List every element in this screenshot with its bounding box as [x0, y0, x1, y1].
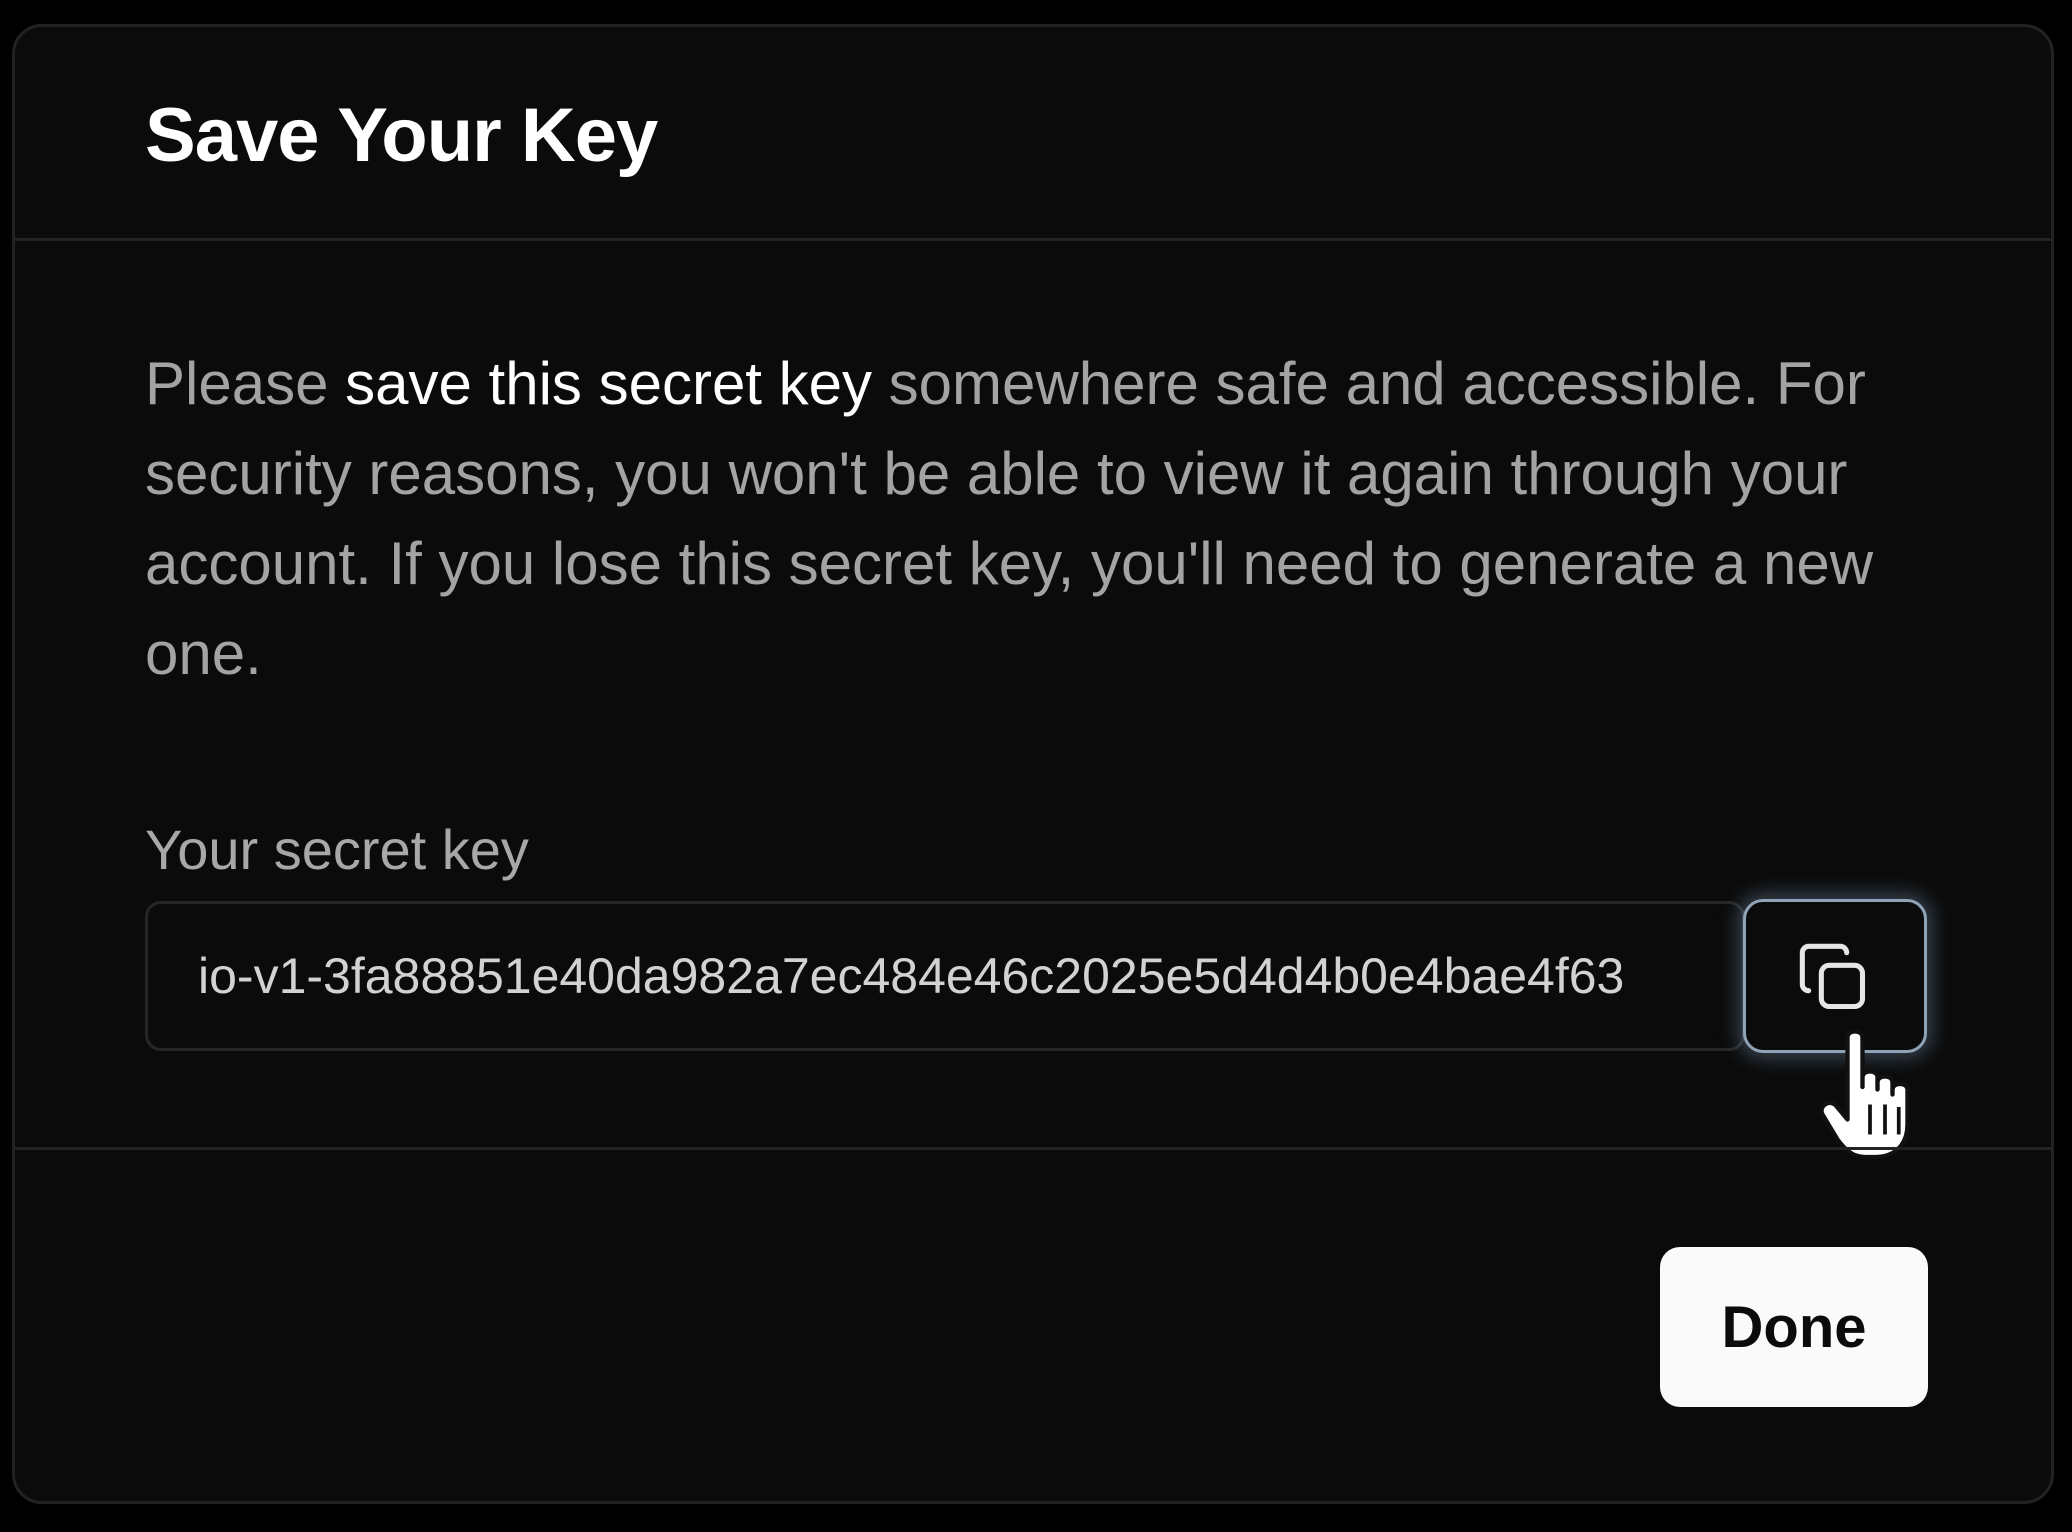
secret-key-label: Your secret key	[145, 818, 529, 881]
message-emphasis: save this secret key	[345, 350, 873, 417]
done-button[interactable]: Done	[1660, 1247, 1928, 1407]
footer-divider	[15, 1147, 2051, 1150]
secret-key-field[interactable]: io-v1-3fa88851e40da982a7ec484e46c2025e5d…	[145, 901, 1745, 1051]
copy-key-button[interactable]	[1743, 899, 1927, 1053]
secret-key-value[interactable]: io-v1-3fa88851e40da982a7ec484e46c2025e5d…	[198, 904, 1624, 1048]
copy-icon	[1799, 943, 1866, 1010]
dialog-message: Please save this secret key somewhere sa…	[145, 339, 1945, 699]
dialog-header: Save Your Key	[15, 27, 2051, 241]
save-key-dialog: Save Your Key Please save this secret ke…	[12, 24, 2054, 1504]
message-prefix: Please	[145, 350, 346, 417]
dialog-title: Save Your Key	[145, 93, 658, 178]
